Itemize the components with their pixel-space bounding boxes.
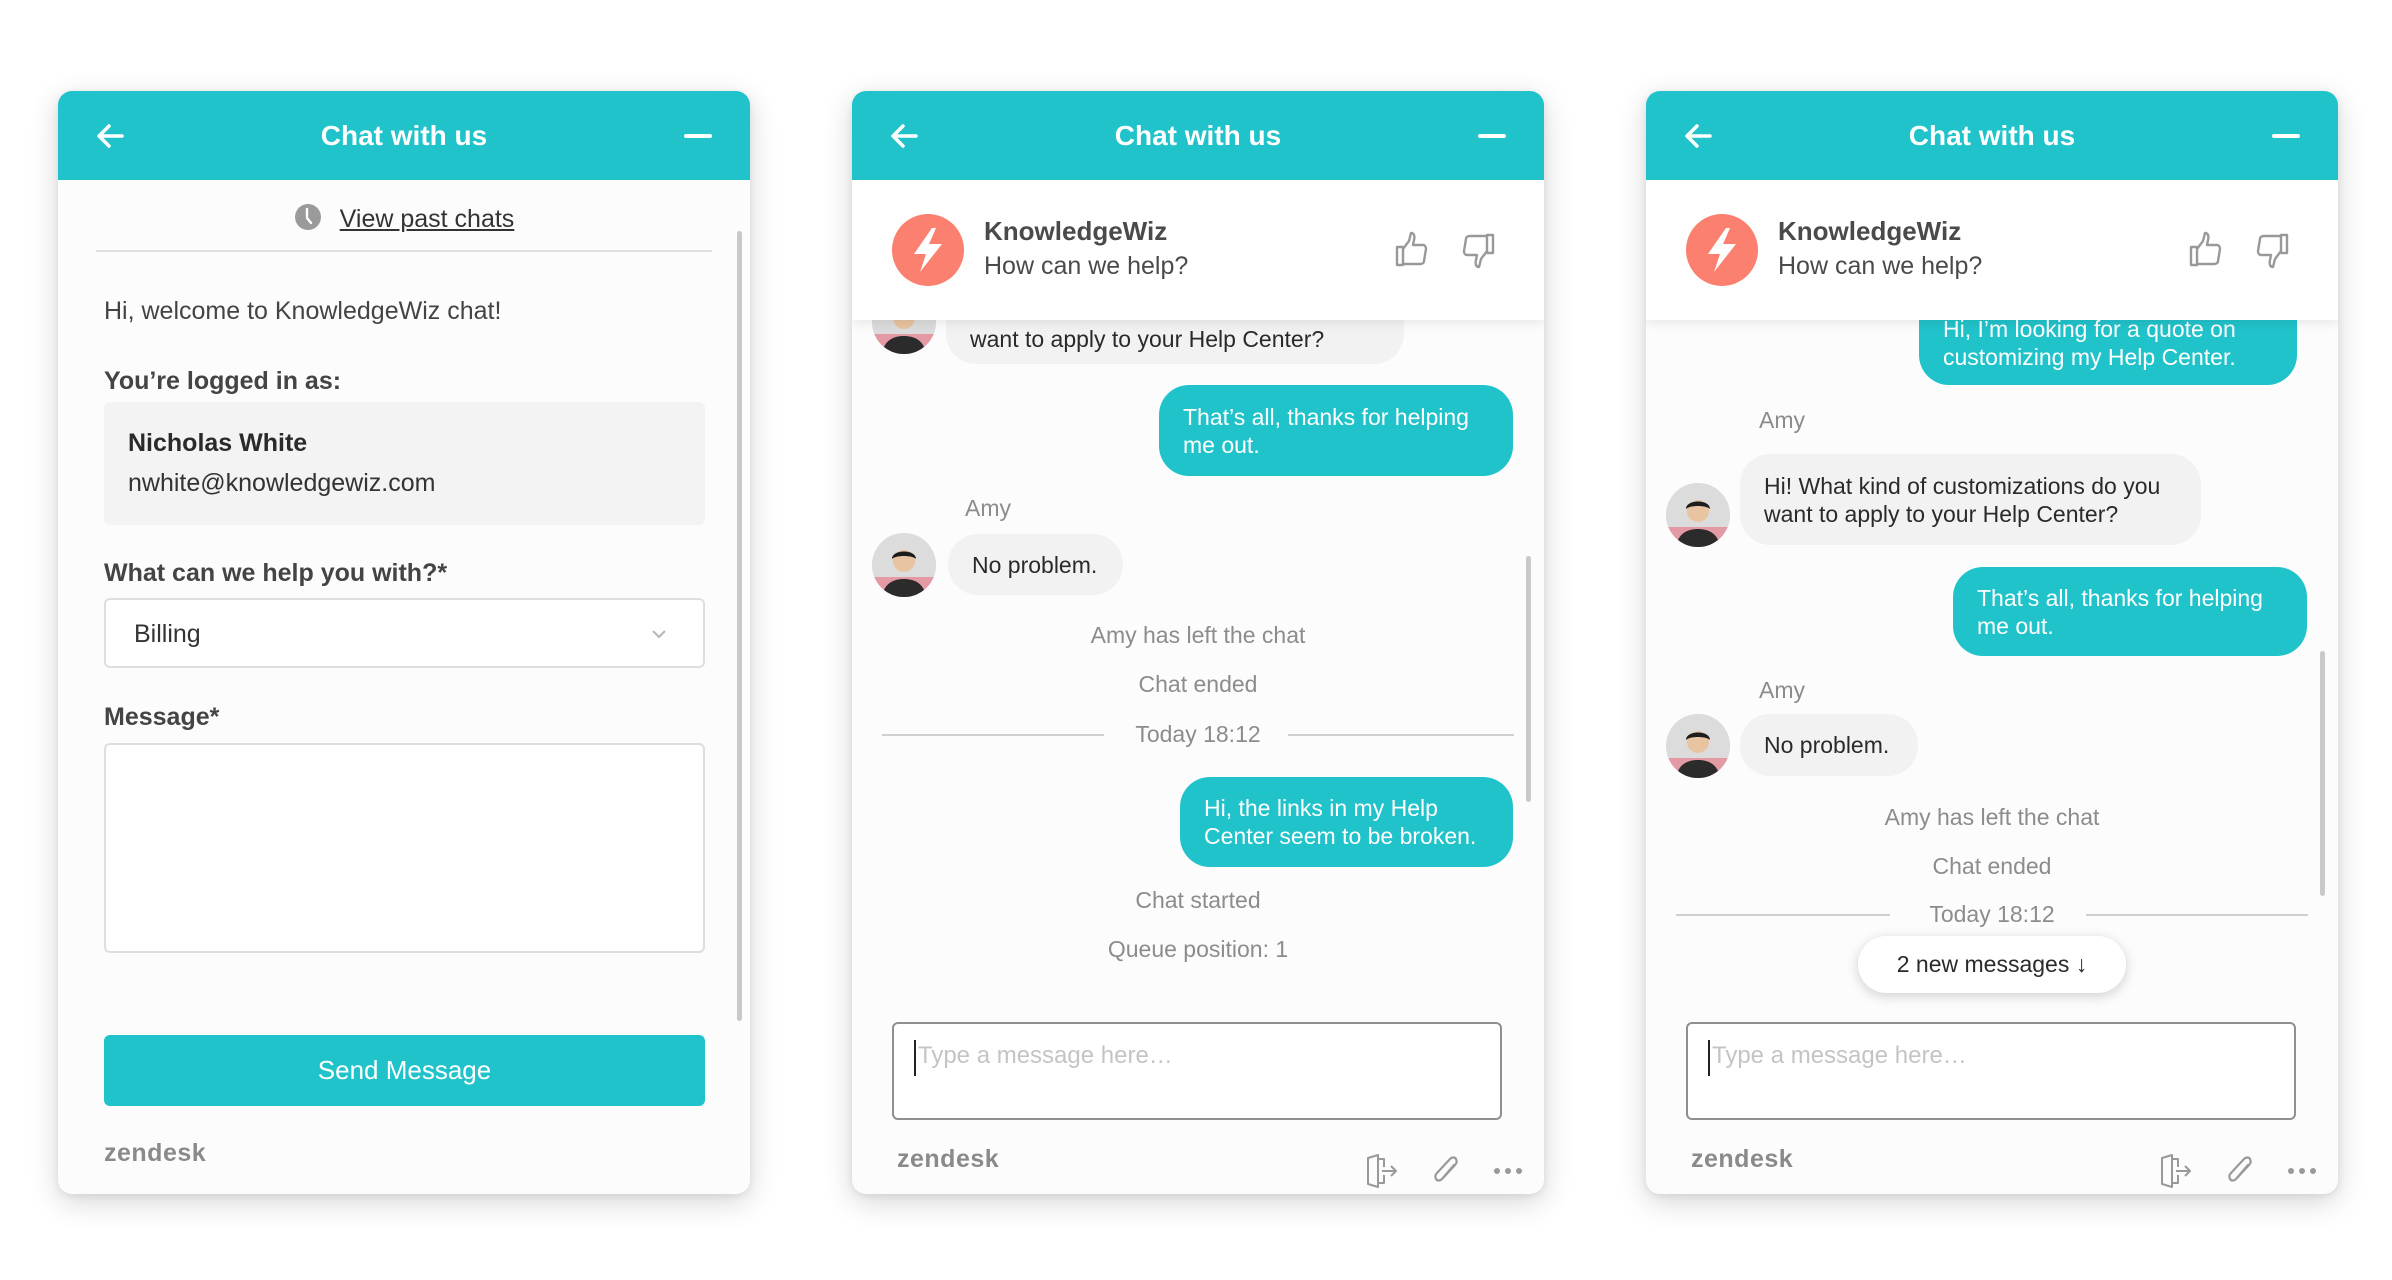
department-value: Billing: [134, 620, 201, 648]
user-message: That’s all, thanks for helping me out.: [1159, 385, 1513, 476]
widget-header: Chat with us: [1646, 91, 2338, 180]
date-separator-line: [1288, 734, 1514, 736]
text-caret: [1708, 1040, 1710, 1076]
new-messages-button[interactable]: 2 new messages ↓: [1858, 936, 2126, 993]
logged-in-label: You’re logged in as:: [104, 367, 342, 395]
chevron-down-icon: [652, 630, 666, 639]
agent-card: KnowledgeWiz How can we help?: [852, 180, 1544, 320]
minus-icon[interactable]: [1478, 134, 1506, 138]
system-event: Amy has left the chat: [1884, 804, 2100, 830]
widget-title: Chat with us: [1908, 120, 2076, 151]
welcome-text: Hi, welcome to KnowledgeWiz chat!: [104, 297, 502, 325]
agent-avatar: [872, 533, 936, 597]
date-separator-line: [2086, 914, 2308, 916]
minus-icon[interactable]: [684, 134, 712, 138]
prechat-widget: Chat with us View past chats Hi, welcome…: [58, 91, 750, 1194]
scrollbar[interactable]: [737, 231, 742, 1021]
message-input-placeholder: Type a message here…: [1712, 1042, 1967, 1069]
thumbs-down-icon[interactable]: [2252, 230, 2292, 270]
department-label: What can we help you with?*: [104, 559, 448, 587]
zendesk-logo: zendesk: [104, 1139, 207, 1167]
message-textarea[interactable]: [104, 743, 705, 953]
brand-logo: [1686, 214, 1758, 286]
scrollbar[interactable]: [1526, 556, 1531, 802]
system-event: Queue position: 1: [1107, 936, 1289, 962]
view-past-chats-link[interactable]: View past chats: [340, 205, 515, 233]
text-caret: [914, 1040, 916, 1076]
message-input[interactable]: Type a message here…: [1686, 1022, 2296, 1120]
chat-widget-new-messages: Chat with us KnowledgeWiz How can we hel…: [1646, 91, 2338, 1194]
agent-message: No problem.: [1740, 714, 1918, 776]
minus-icon[interactable]: [2272, 134, 2300, 138]
agent-avatar: [1666, 483, 1730, 547]
agent-card-name: KnowledgeWiz: [984, 216, 1168, 246]
past-chats-row: View past chats: [58, 203, 750, 234]
message-input-placeholder: Type a message here…: [918, 1042, 1173, 1069]
more-dots-icon[interactable]: [1490, 1153, 1526, 1189]
system-event: Chat ended: [1138, 671, 1258, 697]
department-select[interactable]: Billing: [104, 598, 705, 668]
sender-name: Amy: [1759, 407, 1805, 433]
system-event: Chat ended: [1932, 853, 2052, 879]
thumbs-up-icon[interactable]: [2186, 230, 2226, 270]
user-message: Hi, the links in my Help Center seem to …: [1180, 777, 1513, 867]
thumbs-up-icon[interactable]: [1392, 230, 1432, 270]
user-name: Nicholas White: [128, 429, 308, 457]
thumbs-down-icon[interactable]: [1458, 230, 1498, 270]
lightning-bolt-icon: [1708, 228, 1736, 272]
paperclip-icon[interactable]: [1428, 1153, 1464, 1189]
lightning-bolt-icon: [914, 228, 942, 272]
agent-avatar: [1666, 714, 1730, 778]
divider: [96, 250, 712, 252]
paperclip-icon[interactable]: [2222, 1153, 2258, 1189]
system-event: Amy has left the chat: [1090, 622, 1306, 648]
widget-title: Chat with us: [320, 120, 488, 151]
message-input[interactable]: Type a message here…: [892, 1022, 1502, 1120]
user-info-box: Nicholas White nwhite@knowledgewiz.com: [104, 402, 705, 525]
exit-icon[interactable]: [1364, 1153, 1400, 1189]
agent-card: KnowledgeWiz How can we help?: [1646, 180, 2338, 320]
agent-message: No problem.: [948, 534, 1123, 595]
brand-logo: [892, 214, 964, 286]
agent-card-name: KnowledgeWiz: [1778, 216, 1962, 246]
sender-name: Amy: [965, 495, 1011, 521]
send-message-button[interactable]: Send Message: [104, 1035, 705, 1106]
clock-icon: [294, 204, 321, 230]
more-dots-icon[interactable]: [2284, 1153, 2320, 1189]
agent-message: Hi! What kind of customizations do you w…: [1740, 454, 2201, 545]
user-message: That’s all, thanks for helping me out.: [1953, 567, 2307, 656]
widget-title: Chat with us: [1114, 120, 1282, 151]
chat-widget-ended: Chat with us KnowledgeWiz How can we hel…: [852, 91, 1544, 1194]
message-label: Message*: [104, 703, 220, 731]
system-event: Chat started: [1135, 887, 1261, 913]
agent-card-subtitle: How can we help?: [984, 252, 1189, 280]
agent-card-subtitle: How can we help?: [1778, 252, 1983, 280]
sender-name: Amy: [1759, 677, 1805, 703]
widget-header: Chat with us: [58, 91, 750, 180]
user-email: nwhite@knowledgewiz.com: [128, 469, 436, 497]
exit-icon[interactable]: [2158, 1153, 2194, 1189]
scrollbar[interactable]: [2320, 651, 2325, 896]
widget-header: Chat with us: [852, 91, 1544, 180]
